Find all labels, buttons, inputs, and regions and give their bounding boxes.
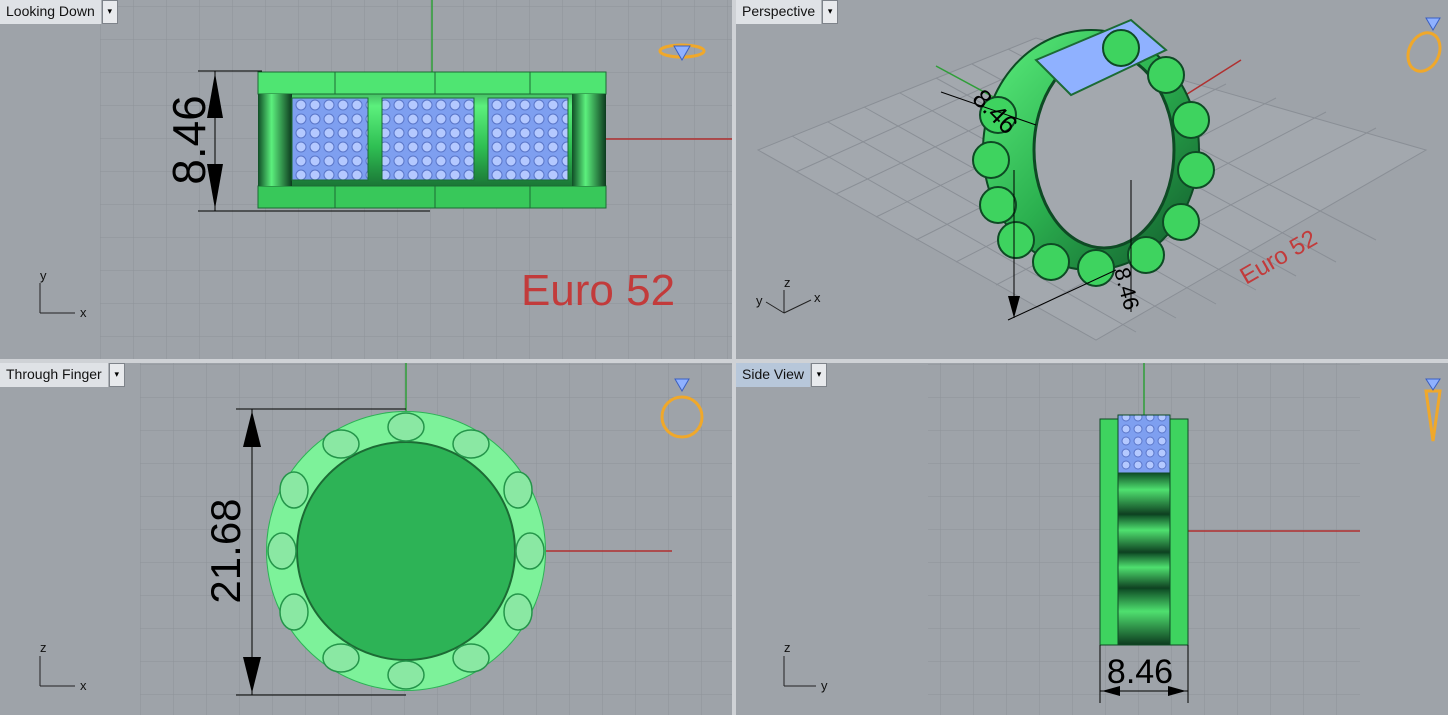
svg-text:z: z [784, 275, 791, 290]
axis-gizmo: z y x [756, 275, 821, 314]
viewport-canvas[interactable]: 8.46 Euro 52 y x [0, 0, 732, 359]
viewport-dropdown-icon[interactable]: ▾ [108, 363, 125, 387]
svg-text:y: y [40, 268, 47, 283]
viewport-dropdown-icon[interactable]: ▾ [811, 363, 828, 387]
svg-text:z: z [40, 640, 47, 655]
viewport-perspective[interactable]: Perspective ▾ 8.46 8.46 Euro 52 z y x [736, 0, 1448, 359]
viewport-label[interactable]: Side View [736, 363, 812, 387]
svg-text:8.46: 8.46 [163, 95, 215, 185]
viewport-canvas[interactable]: 21.68 z x [0, 363, 732, 715]
size-annotation: Euro 52 [521, 266, 675, 315]
svg-text:21.68: 21.68 [202, 498, 249, 603]
viewport-looking-down[interactable]: Looking Down ▾ 8.46 Euro 52 y x [0, 0, 732, 359]
svg-text:y: y [756, 293, 763, 308]
viewport-tab[interactable]: Looking Down ▾ [0, 0, 118, 24]
ring-model-front-view[interactable] [266, 411, 546, 691]
viewport-tab[interactable]: Side View ▾ [736, 363, 828, 387]
svg-text:x: x [814, 290, 821, 305]
viewport-canvas[interactable]: 8.46 z y [736, 363, 1448, 715]
svg-text:8.46: 8.46 [1107, 653, 1173, 691]
viewport-tab[interactable]: Through Finger ▾ [0, 363, 125, 387]
svg-text:z: z [784, 640, 791, 655]
svg-text:x: x [80, 678, 87, 693]
axis-gizmo: z y [783, 640, 828, 693]
ring-perspective-icon [1406, 17, 1442, 73]
svg-text:x: x [80, 305, 87, 320]
axis-gizmo: y x [39, 268, 87, 320]
axis-gizmo: z x [39, 640, 87, 693]
viewport-dropdown-icon[interactable]: ▾ [101, 0, 118, 24]
viewport-through-finger[interactable]: Through Finger ▾ 21.68 z x [0, 363, 732, 715]
viewport-dropdown-icon[interactable]: ▾ [822, 0, 839, 24]
viewport-label[interactable]: Looking Down [0, 0, 102, 24]
ring-model-top-view[interactable] [257, 71, 607, 209]
ring-model-side-view[interactable] [1099, 414, 1189, 646]
viewport-canvas[interactable]: 8.46 8.46 Euro 52 z y x [736, 0, 1448, 359]
viewport-label[interactable]: Perspective [736, 0, 823, 24]
viewport-label[interactable]: Through Finger [0, 363, 109, 387]
viewport-tab[interactable]: Perspective ▾ [736, 0, 839, 24]
svg-text:y: y [821, 678, 828, 693]
ring-side-icon [1424, 378, 1442, 442]
viewport-side-view[interactable]: Side View ▾ 8.46 z y [736, 363, 1448, 715]
